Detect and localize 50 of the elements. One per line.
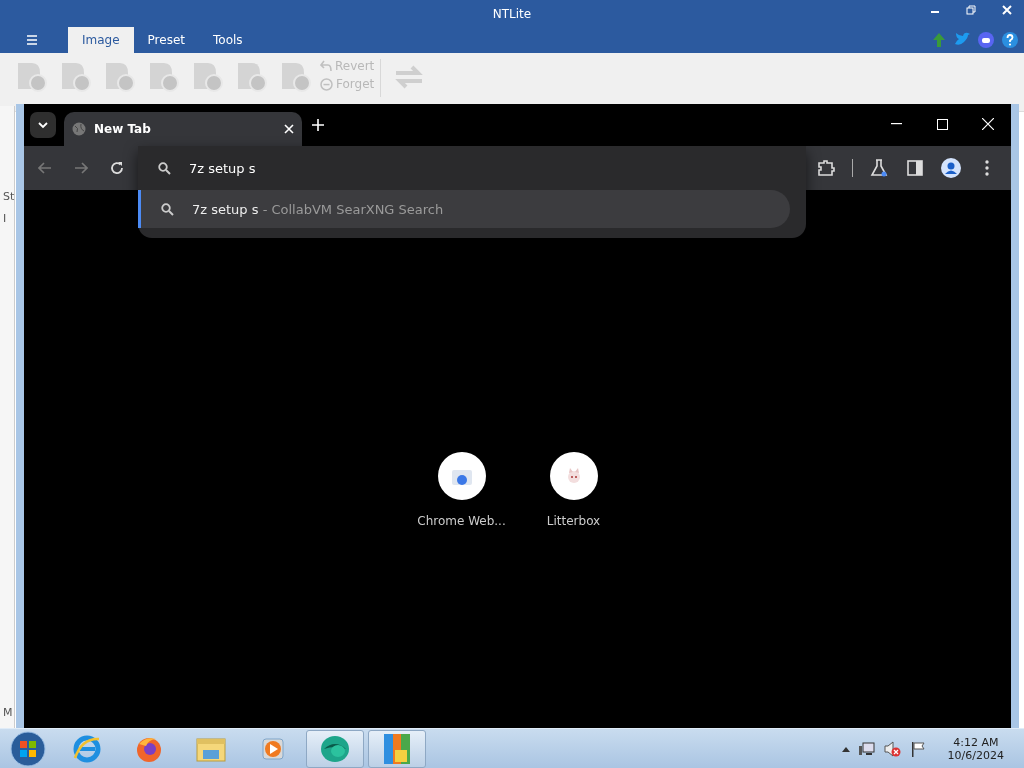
close-icon[interactable]: [284, 124, 294, 134]
more-vertical-icon: [985, 160, 989, 176]
clock[interactable]: 4:12 AM 10/6/2024: [947, 736, 1004, 762]
ribbon-tab[interactable]: Preset: [133, 27, 199, 53]
close-icon: [982, 118, 994, 130]
side-label: St: [3, 190, 15, 203]
caret-up-icon[interactable]: [841, 746, 850, 752]
minimize-icon: [890, 123, 902, 125]
help-icon[interactable]: [1002, 32, 1018, 48]
app-tiles-icon: [381, 732, 413, 766]
window-title: NTLite: [492, 6, 532, 21]
side-label: I: [3, 212, 7, 225]
chat-bubble-icon[interactable]: [978, 32, 994, 48]
browser-tab[interactable]: New Tab: [64, 112, 302, 146]
undo-arrow-icon: [320, 60, 332, 72]
side-label: M: [3, 706, 13, 719]
windows-orb-icon: [10, 731, 46, 767]
ribbon-tab[interactable]: Image: [68, 27, 134, 53]
flag-icon[interactable]: [909, 741, 926, 757]
muted-speaker-icon[interactable]: [883, 741, 902, 757]
side-panel-icon: [907, 160, 923, 176]
chevron-down-icon: [38, 121, 48, 129]
restore-icon: [966, 5, 976, 15]
avatar-icon: [941, 158, 961, 178]
start-button[interactable]: [8, 729, 48, 768]
network-icon[interactable]: [857, 741, 876, 757]
taskbar-app[interactable]: [306, 730, 364, 768]
search-icon: [161, 202, 174, 216]
taskbar-app[interactable]: [368, 730, 426, 768]
ribbon-tab[interactable]: Tools: [199, 27, 257, 53]
search-icon: [158, 161, 171, 175]
globe-icon: [72, 122, 86, 136]
minus-circle-icon: [320, 77, 333, 91]
shortcut-tile[interactable]: Chrome Web...: [417, 452, 506, 528]
close-icon: [1002, 5, 1012, 15]
tab-title: New Tab: [94, 122, 152, 136]
tab-search-button[interactable]: [30, 112, 56, 138]
address-field[interactable]: 7z setup s: [189, 160, 749, 176]
browser-e-icon: [72, 734, 102, 764]
suggestion-item[interactable]: 7z setup s - CollabVM SearXNG Search: [138, 190, 790, 228]
forward-arrow-icon: [74, 162, 88, 174]
puzzle-icon: [817, 159, 835, 177]
maximize-icon: [936, 118, 948, 130]
globe-app-icon: [318, 733, 352, 765]
shortcut-tile[interactable]: Litterbox: [529, 452, 618, 528]
bird-icon[interactable]: [954, 32, 970, 48]
reload-icon: [110, 161, 124, 175]
new-tab-icon[interactable]: [312, 119, 324, 131]
flask-icon: [870, 159, 888, 177]
back-arrow-icon: [38, 162, 52, 174]
